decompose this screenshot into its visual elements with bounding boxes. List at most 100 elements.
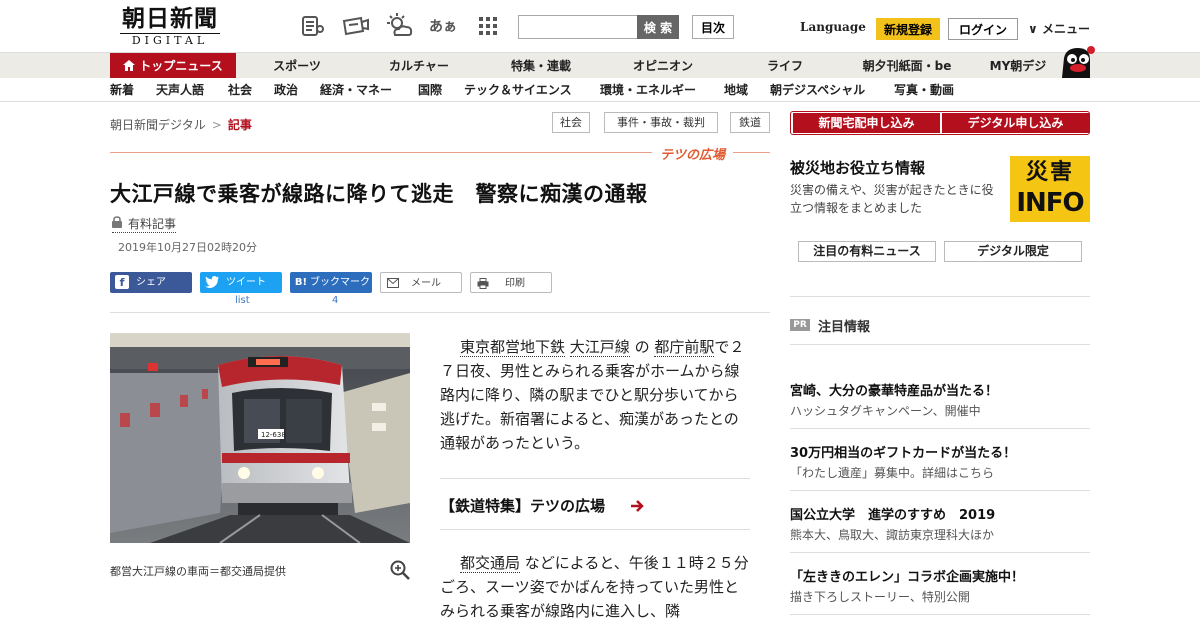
disaster-info-title[interactable]: 被災地お役立ち情報 [790,157,925,178]
subscription-box: 新聞宅配申し込み デジタル申し込み [790,111,1090,135]
disaster-badge-info: INFO [1016,188,1084,218]
link-tochomae-station[interactable]: 都庁前駅 [654,338,715,357]
nav-politics[interactable]: 政治 [274,78,298,102]
feature-link[interactable]: 【鉄道特集】テツの広場 [440,495,605,516]
nav-tensei-jingo[interactable]: 天声人語 [156,78,204,102]
bookmark-label: ブックマーク [310,277,370,288]
nav-top-news[interactable]: トップニュース [110,53,236,79]
section-label[interactable]: テツの広場 [652,144,734,163]
article-paragraph-1: 東京都営地下鉄 大江戸線 の 都庁前駅で２７日夜、男性とみられる乗客がホームから… [440,335,750,455]
sidebar-divider [790,490,1090,491]
primary-nav: トップニュース スポーツ カルチャー 特集・連載 オピニオン ライフ 朝夕刊紙面… [0,52,1200,79]
video-camera-icon[interactable] [340,12,370,40]
pr-item-title[interactable]: 30万円相当のギフトカードが当たる！ [790,442,1016,461]
font-size-icon[interactable]: あぁ [428,12,458,40]
facebook-share-button[interactable]: f シェア [110,272,192,293]
home-icon [123,60,136,71]
nav-paper[interactable]: 朝夕刊紙面・be [852,53,962,79]
sidebar-divider [790,428,1090,429]
hatena-count[interactable]: 4 [332,295,338,306]
nav-sports[interactable]: スポーツ [252,53,342,79]
paid-article-label[interactable]: 有料記事 [112,215,177,233]
link-toei-bureau[interactable]: 都交通局 [460,554,521,573]
digital-subscribe-button[interactable]: デジタル申し込み [942,113,1089,133]
zoom-in-icon[interactable] [390,560,410,580]
disaster-badge-text: 災害 [1025,160,1074,185]
disaster-info-badge[interactable]: 災害 INFO [1010,156,1090,222]
toc-button[interactable]: 目次 [692,15,734,39]
print-button[interactable]: 印刷 [470,272,552,293]
article-photo[interactable]: 12-638 [110,333,410,543]
pr-item-title[interactable]: 宮崎、大分の豪華特産品が当たる！ [790,380,998,399]
signup-button[interactable]: 新規登録 [876,18,940,40]
train-number-plate: 12-638 [261,431,286,439]
breadcrumb-home[interactable]: 朝日新聞デジタル [110,118,206,132]
nav-new[interactable]: 新着 [110,78,134,102]
mail-label: メール [411,278,441,289]
tab-featured-paid-news[interactable]: 注目の有料ニュース [798,241,936,262]
twitter-count[interactable]: list [235,295,250,306]
nav-photo-video[interactable]: 写真・動画 [894,78,954,102]
nav-environment[interactable]: 環境・エネルギー [600,78,696,102]
nav-my-asadigi[interactable]: MY朝デジ [980,53,1056,79]
mail-share-button[interactable]: メール [380,272,462,293]
twitter-share-button[interactable]: ツイート [200,272,282,293]
nav-features[interactable]: 特集・連載 [494,53,588,79]
pr-section-title: 注目情報 [818,320,871,335]
nav-tech-science[interactable]: テック＆サイエンス [464,78,572,102]
newspaper-subscribe-button[interactable]: 新聞宅配申し込み [793,113,940,133]
tag-railway[interactable]: 鉄道 [730,112,770,133]
breadcrumb-current: 記事 [227,118,252,132]
article-paragraph-2: 都交通局 などによると、午後１１時２５分ごろ、スーツ姿でかばんを持っていた男性と… [440,551,750,623]
breadcrumb-separator: > [211,118,222,132]
secondary-nav: 新着 天声人語 社会 政治 経済・マネー 国際 テック＆サイエンス 環境・エネル… [0,78,1200,102]
menu-label: メニュー [1041,22,1090,36]
hatena-bookmark-button[interactable]: B! ブックマーク [290,272,372,293]
tag-society[interactable]: 社会 [552,112,590,133]
site-logo[interactable]: 朝日新聞 DIGITAL [112,6,228,48]
nav-society[interactable]: 社会 [228,78,252,102]
site-header: 朝日新聞 DIGITAL あぁ 検 索 目次 Language 新規登録 ログイ… [0,0,1200,52]
search-input[interactable] [518,15,638,39]
feature-top-rule [440,478,750,479]
article-divider [110,312,770,313]
sidebar-divider [790,344,1090,345]
newspaper-icon[interactable] [298,12,328,40]
language-link[interactable]: Language [800,20,866,34]
logo-main-text: 朝日新聞 [122,5,218,32]
pr-item-subtitle: ハッシュタグキャンペーン、開催中 [790,404,981,418]
link-oedo-line[interactable]: 大江戸線 [569,338,630,357]
logo-sub-text: DIGITAL [120,33,220,47]
nav-life[interactable]: ライフ [738,53,832,79]
tweet-label: ツイート [226,277,266,288]
pr-item-title[interactable]: 「左ききのエレン」コラボ企画実施中！ [790,566,1024,585]
pr-item-title[interactable]: 国公立大学 進学のすすめ 2019 [790,504,995,523]
nav-economy[interactable]: 経済・マネー [320,78,392,102]
hatena-bookmark-icon: B! [294,276,308,288]
nav-international[interactable]: 国際 [418,78,442,102]
menu-link[interactable]: ∨ メニュー [1028,20,1090,37]
feature-bottom-rule [440,529,750,530]
login-button[interactable]: ログイン [948,18,1018,40]
mascot-icon[interactable] [1056,44,1096,78]
pr-badge: PR [790,319,810,331]
tab-digital-exclusive[interactable]: デジタル限定 [944,241,1082,262]
nav-culture[interactable]: カルチャー [372,53,466,79]
grid-menu-icon[interactable] [473,12,503,40]
weather-icon[interactable] [384,12,414,40]
nav-region[interactable]: 地域 [724,78,748,102]
pr-item-subtitle: 「わたし遺産」募集中。詳細はこちら [790,466,995,480]
search-button[interactable]: 検 索 [637,15,679,39]
twitter-bird-icon [205,275,219,289]
sidebar-divider [790,296,1090,297]
nav-special[interactable]: 朝デジスペシャル [770,78,865,102]
chevron-down-icon: ∨ [1028,22,1038,36]
paragraph-text: の [634,338,650,356]
arrow-right-icon[interactable] [630,499,644,513]
tag-incidents[interactable]: 事件・事故・裁判 [604,112,718,133]
link-toei-subway[interactable]: 東京都営地下鉄 [460,338,566,357]
pr-item-subtitle: 熊本大、鳥取大、諏訪東京理科大ほか [790,528,995,542]
nav-opinion[interactable]: オピニオン [616,53,710,79]
mail-icon [386,276,400,290]
sidebar-divider [790,552,1090,553]
